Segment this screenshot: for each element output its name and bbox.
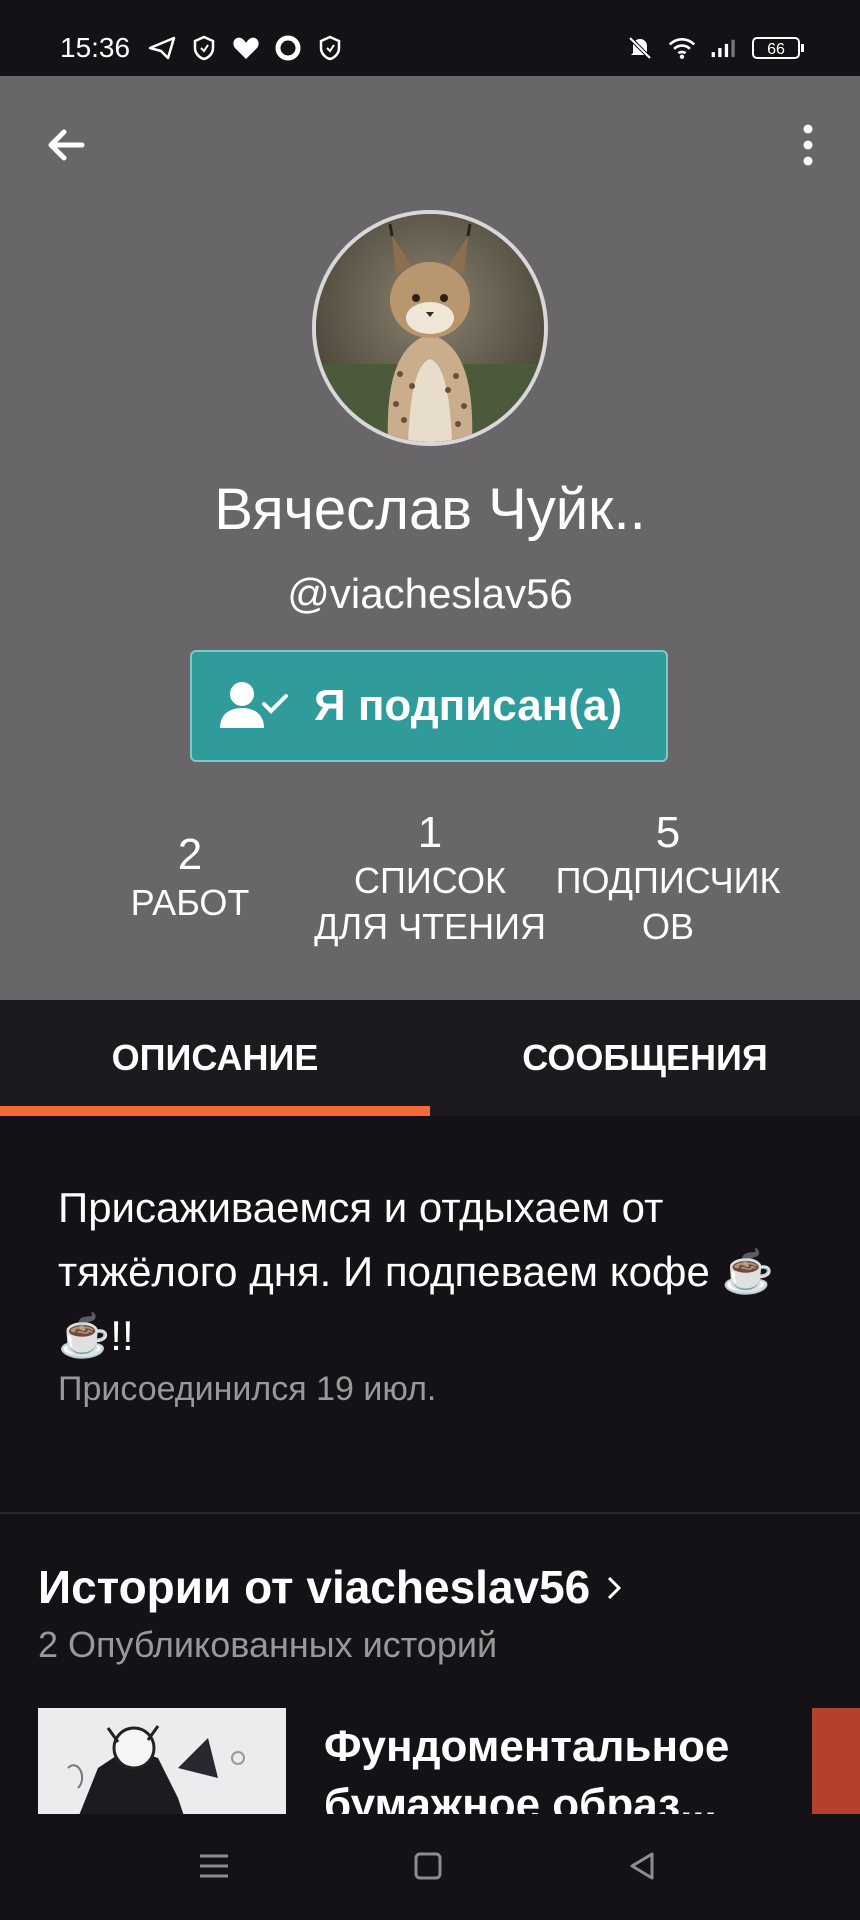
shield-icon [190,34,218,62]
status-bar: 15:36 66 [0,0,860,76]
heart-icon [232,34,260,62]
next-story-cover[interactable] [812,1708,860,1814]
active-tab-indicator [0,1106,430,1116]
stories-title: Истории от viacheslav56 [38,1561,591,1613]
tab-about[interactable]: ОПИСАНИЕ [0,1000,430,1116]
stat-works-value: 2 [177,830,203,879]
telegram-icon [148,34,176,62]
stat-followers-value: 5 [655,808,681,857]
stat-reading-lists[interactable]: 1 СПИСОК ДЛЯ ЧТЕНИЯ [300,808,560,950]
wifi-icon [668,34,696,62]
stories-section-link[interactable]: Истории от viacheslav56 [38,1560,624,1614]
stat-followers[interactable]: 5 ПОДПИСЧИК ОВ [538,808,798,950]
tab-messages[interactable]: СООБЩЕНИЯ [430,1000,860,1116]
profile-tabs: ОПИСАНИЕ СООБЩЕНИЯ [0,1000,860,1116]
profile-handle: @viacheslav56 [287,570,573,617]
profile-description: Присаживаемся и отдыхаем от тяжёлого дня… [58,1184,774,1359]
stat-works[interactable]: 2 РАБОТ [110,830,270,926]
status-time: 15:36 [60,32,131,63]
menu-icon[interactable] [194,1846,234,1886]
more-options-icon[interactable] [788,120,828,170]
story-cover[interactable] [38,1708,286,1814]
avatar[interactable] [312,210,548,446]
system-navigation-bar [0,1814,860,1920]
stat-reading-lists-label-2: ДЛЯ ЧТЕНИЯ [314,906,546,947]
chevron-right-icon [604,1560,624,1614]
stat-works-label: РАБОТ [130,882,250,923]
stat-followers-label-2: ОВ [641,906,694,947]
system-icons: 66 [626,34,804,62]
back-nav-icon[interactable] [622,1846,662,1886]
following-label: Я подписан(а) [314,681,623,730]
following-button[interactable]: Я подписан(а) [190,650,668,762]
stat-reading-lists-value: 1 [417,808,443,857]
stat-followers-label-1: ПОДПИСЧИК [555,860,781,901]
user-check-icon [214,676,294,736]
notification-icons [148,34,344,62]
section-divider [0,1512,860,1514]
joined-date: Присоединился 19 июл. [58,1370,437,1408]
battery-icon: 66 [752,37,804,59]
home-icon[interactable] [408,1846,448,1886]
shield-icon [316,34,344,62]
mute-icon [626,34,654,62]
signal-icon [710,34,738,62]
profile-name: Вячеслав Чуйк.. [214,477,646,542]
opera-icon [274,34,302,62]
stories-count: 2 Опубликованных историй [38,1624,498,1665]
profile-header: Вячеслав Чуйк.. @viacheslav56 Я подписан… [0,76,860,1000]
back-arrow-icon[interactable] [42,120,92,170]
stat-reading-lists-label-1: СПИСОК [354,860,506,901]
